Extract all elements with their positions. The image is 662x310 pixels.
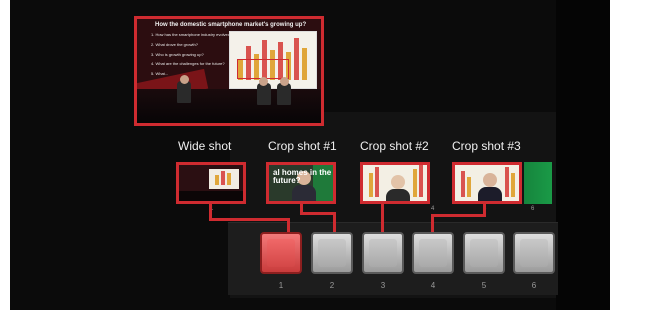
connector-wire (300, 212, 335, 215)
guest-head (280, 77, 289, 86)
button-number: 6 (531, 281, 537, 290)
stage-floor (137, 89, 321, 123)
label-wide-shot: Wide shot (178, 139, 232, 153)
label-crop-shot-1: Crop shot #1 (268, 139, 337, 153)
thumbnail-number: 4 (431, 206, 435, 212)
connector-wire (431, 214, 486, 217)
chair (177, 81, 191, 103)
preview-slide-list: 1. How has the smartphone industry evolv… (151, 32, 233, 82)
preview-slide-item: 2. What drove the growth? (151, 41, 198, 47)
preview-slide-item: 3. Who is growth growing up? (151, 51, 204, 57)
right-edge (556, 0, 610, 310)
camera-thumbnail-crop-1[interactable]: al homes in the future? (266, 162, 336, 204)
button-number: 1 (278, 281, 284, 290)
connector-wire (431, 214, 434, 234)
button-number: 4 (430, 281, 436, 290)
button-number: 3 (380, 281, 386, 290)
button-number: 2 (329, 281, 335, 290)
preview-slide-title: How the domestic smartphone market's gro… (155, 22, 307, 28)
connector-wire (381, 204, 384, 234)
label-crop-shot-2: Crop shot #2 (360, 139, 429, 153)
crop-region-box (237, 59, 289, 79)
camera-thumbnail-crop-3[interactable] (452, 162, 522, 204)
switcher-button-1[interactable] (260, 232, 302, 274)
camera-thumbnail-wide[interactable] (176, 162, 246, 204)
switcher-button-3[interactable] (362, 232, 404, 274)
presenter-head (180, 75, 189, 84)
label-crop-shot-3: Crop shot #3 (452, 139, 521, 153)
preview-slide-item: 1. How has the smartphone industry evolv… (151, 32, 233, 37)
chair (257, 83, 271, 105)
camera-thumbnail-6[interactable] (524, 162, 552, 204)
connector-wire (209, 218, 289, 221)
switcher-button-5[interactable] (463, 232, 505, 274)
thumbnail-caption: al homes in the future? (273, 168, 332, 186)
switcher-button-6[interactable] (513, 232, 555, 274)
thumbnail-number: 6 (531, 206, 535, 212)
button-number: 5 (481, 281, 487, 290)
chair (277, 83, 291, 105)
camera-thumbnail-crop-2[interactable] (360, 162, 430, 204)
program-preview: How the domestic smartphone market's gro… (134, 16, 324, 126)
guest-head (259, 77, 268, 86)
connector-wire (333, 212, 336, 234)
switcher-button-2[interactable] (311, 232, 353, 274)
preview-slide-item: 4. What are the challenges for the futur… (151, 61, 225, 67)
switcher-button-4[interactable] (412, 232, 454, 274)
